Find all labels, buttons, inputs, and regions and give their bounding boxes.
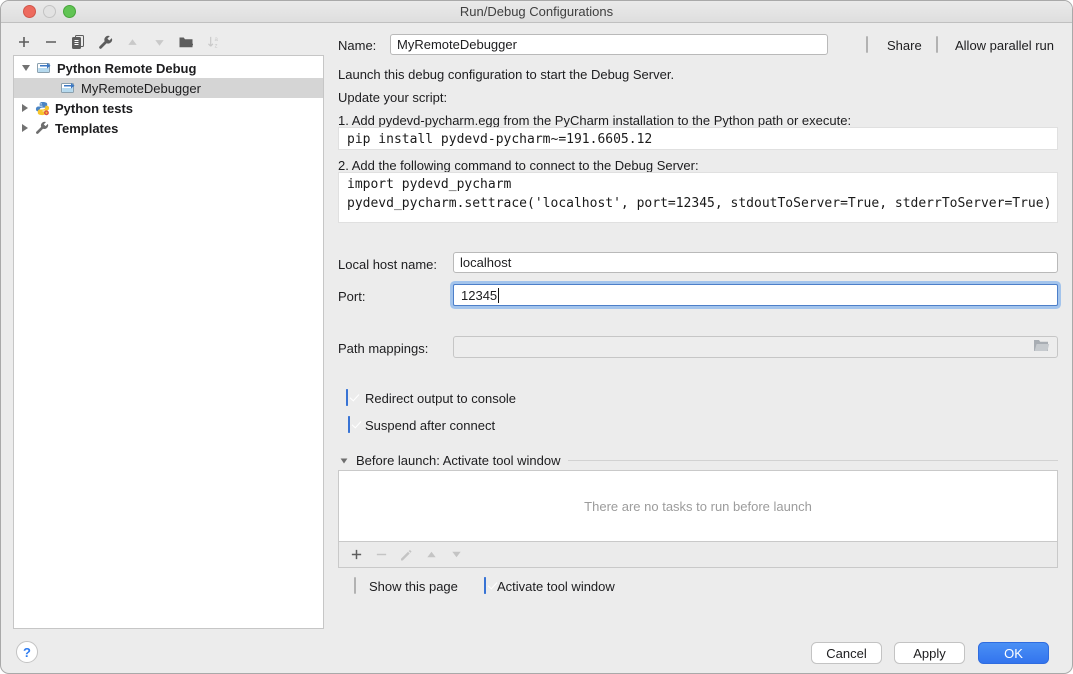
add-icon bbox=[350, 548, 363, 561]
tree-item-label: MyRemoteDebugger bbox=[81, 81, 201, 96]
add-icon bbox=[17, 35, 31, 49]
apply-button[interactable]: Apply bbox=[894, 642, 965, 664]
before-launch-title: Before launch: Activate tool window bbox=[356, 453, 561, 468]
instruction-line-1: Launch this debug configuration to start… bbox=[338, 67, 674, 82]
remove-configuration-button[interactable] bbox=[42, 33, 60, 51]
svg-text:z: z bbox=[214, 42, 217, 49]
tree-item-python-remote-debug[interactable]: Python Remote Debug bbox=[14, 58, 323, 78]
tree-item-label: Templates bbox=[55, 121, 118, 136]
move-up-icon bbox=[425, 548, 438, 561]
name-input[interactable] bbox=[390, 34, 828, 55]
text-caret bbox=[498, 288, 499, 303]
activate-tool-window-label: Activate tool window bbox=[497, 579, 615, 594]
edit-task-button[interactable] bbox=[397, 546, 415, 564]
instruction-step-2: 2. Add the following command to connect … bbox=[338, 158, 699, 173]
configurations-tree: Python Remote Debug MyRemoteDebugger bbox=[13, 55, 324, 629]
copy-configuration-button[interactable] bbox=[69, 33, 87, 51]
cancel-button[interactable]: Cancel bbox=[811, 642, 882, 664]
chevron-right-icon[interactable] bbox=[22, 104, 28, 112]
chevron-right-icon[interactable] bbox=[22, 124, 28, 132]
share-label: Share bbox=[887, 38, 922, 53]
remove-task-button[interactable] bbox=[372, 546, 390, 564]
configurations-toolbar: a z bbox=[15, 30, 222, 54]
redirect-output-label: Redirect output to console bbox=[365, 391, 516, 406]
tree-item-myremotedebugger-selected[interactable]: MyRemoteDebugger bbox=[14, 78, 323, 98]
templates-wrench-icon bbox=[34, 120, 50, 136]
remove-icon bbox=[44, 35, 58, 49]
settrace-code-line-1: import pydevd_pycharm bbox=[347, 177, 511, 192]
share-checkbox[interactable] bbox=[866, 36, 868, 53]
path-mappings-input[interactable] bbox=[453, 336, 1058, 358]
remote-debug-config-icon bbox=[36, 60, 52, 76]
run-debug-configurations-dialog: Run/Debug Configurations bbox=[0, 0, 1073, 674]
instruction-line-2: Update your script: bbox=[338, 90, 447, 105]
sort-configurations-button[interactable]: a z bbox=[204, 33, 222, 51]
chevron-down-icon[interactable] bbox=[22, 65, 30, 71]
settrace-code[interactable]: import pydevd_pycharm pydevd_pycharm.set… bbox=[338, 172, 1058, 223]
allow-parallel-run-label: Allow parallel run bbox=[955, 38, 1054, 53]
suspend-after-connect-checkbox[interactable] bbox=[348, 416, 350, 433]
ok-button[interactable]: OK bbox=[978, 642, 1049, 664]
wrench-icon bbox=[98, 35, 113, 50]
tree-item-label: Python tests bbox=[55, 101, 133, 116]
activate-tool-window-checkbox[interactable] bbox=[484, 577, 486, 594]
move-down-button[interactable] bbox=[150, 33, 168, 51]
show-this-page-label: Show this page bbox=[369, 579, 458, 594]
help-button[interactable]: ? bbox=[16, 641, 38, 663]
before-launch-toolbar bbox=[338, 542, 1058, 568]
remote-debug-config-icon bbox=[60, 80, 76, 96]
move-task-down-button[interactable] bbox=[447, 546, 465, 564]
title-bar: Run/Debug Configurations bbox=[1, 1, 1072, 23]
move-task-up-button[interactable] bbox=[422, 546, 440, 564]
local-host-name-input[interactable] bbox=[453, 252, 1058, 273]
move-down-icon bbox=[153, 36, 166, 49]
move-up-icon bbox=[126, 36, 139, 49]
remove-icon bbox=[375, 548, 388, 561]
allow-parallel-run-checkbox[interactable] bbox=[936, 36, 938, 53]
move-down-icon bbox=[450, 548, 463, 561]
add-task-button[interactable] bbox=[347, 546, 365, 564]
add-configuration-button[interactable] bbox=[15, 33, 33, 51]
browse-folder-icon[interactable] bbox=[1033, 339, 1050, 356]
instruction-step-1: 1. Add pydevd-pycharm.egg from the PyCha… bbox=[338, 113, 851, 128]
tree-item-templates[interactable]: Templates bbox=[14, 118, 323, 138]
new-folder-icon bbox=[178, 34, 194, 50]
settrace-code-line-2: pydevd_pycharm.settrace('localhost', por… bbox=[347, 196, 1051, 211]
window-title: Run/Debug Configurations bbox=[1, 4, 1072, 19]
redirect-output-checkbox[interactable] bbox=[346, 389, 348, 406]
sort-alpha-icon: a z bbox=[206, 35, 221, 50]
tree-item-python-tests[interactable]: Python tests bbox=[14, 98, 323, 118]
local-host-name-label: Local host name: bbox=[338, 257, 437, 272]
collapse-section-icon[interactable] bbox=[341, 458, 348, 463]
section-divider bbox=[568, 460, 1058, 461]
question-mark-icon: ? bbox=[23, 645, 31, 660]
tree-item-label: Python Remote Debug bbox=[57, 61, 196, 76]
suspend-after-connect-label: Suspend after connect bbox=[365, 418, 495, 433]
pencil-icon bbox=[399, 548, 413, 562]
before-launch-empty-text: There are no tasks to run before launch bbox=[584, 499, 812, 514]
before-launch-task-list[interactable]: There are no tasks to run before launch bbox=[338, 470, 1058, 542]
pip-install-code[interactable]: pip install pydevd-pycharm~=191.6605.12 bbox=[338, 127, 1058, 150]
path-mappings-label: Path mappings: bbox=[338, 341, 428, 356]
port-label: Port: bbox=[338, 289, 365, 304]
move-up-button[interactable] bbox=[123, 33, 141, 51]
new-folder-button[interactable] bbox=[177, 33, 195, 51]
python-tests-icon bbox=[34, 100, 50, 116]
before-launch-header[interactable]: Before launch: Activate tool window bbox=[340, 453, 1058, 468]
name-label: Name: bbox=[338, 38, 376, 53]
copy-icon bbox=[70, 34, 86, 50]
port-input[interactable]: 12345 bbox=[453, 284, 1058, 306]
edit-templates-button[interactable] bbox=[96, 33, 114, 51]
show-this-page-checkbox[interactable] bbox=[354, 577, 356, 594]
port-value: 12345 bbox=[461, 288, 497, 303]
